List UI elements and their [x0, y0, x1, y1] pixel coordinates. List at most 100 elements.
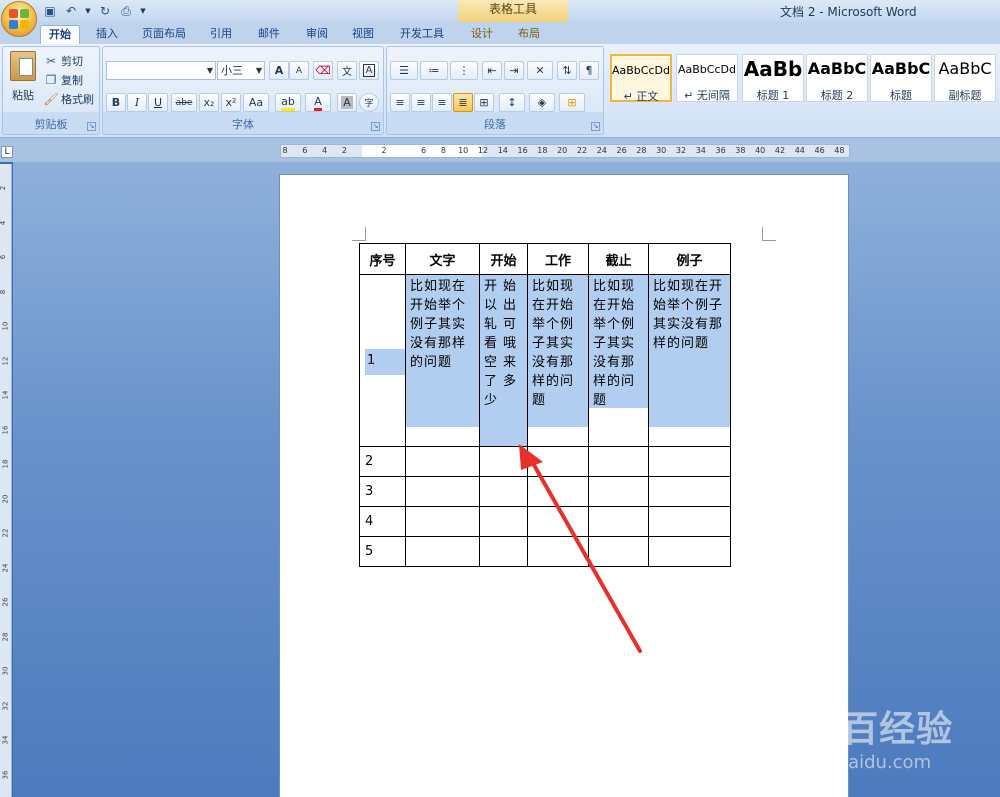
office-button[interactable]: [1, 1, 37, 37]
redo-icon[interactable]: ↻: [97, 3, 113, 19]
grow-font-button[interactable]: A: [269, 61, 289, 80]
shading-button[interactable]: ◈: [529, 93, 555, 112]
table-cell[interactable]: 5: [359, 536, 406, 567]
style-title[interactable]: AaBbC 标题: [870, 54, 932, 102]
table-cell[interactable]: 1: [359, 274, 406, 447]
multilevel-list-button[interactable]: ⋮: [450, 61, 478, 80]
underline-button[interactable]: U: [148, 93, 168, 112]
phonetic-guide-button[interactable]: 文: [337, 61, 357, 80]
table-cell[interactable]: [479, 446, 528, 477]
header-cell-example[interactable]: 例子: [648, 243, 731, 275]
header-cell-start[interactable]: 开始: [479, 243, 528, 275]
borders-button[interactable]: ⊞: [559, 93, 585, 112]
copy-button[interactable]: ❐ 复制: [43, 72, 83, 88]
table-cell[interactable]: 比如现在开始举个例子其实没有那样的问题: [405, 274, 480, 447]
align-right-button[interactable]: ≡: [432, 93, 452, 112]
highlight-button[interactable]: ab: [275, 93, 301, 112]
paragraph-launcher-icon[interactable]: ↘: [591, 122, 600, 131]
tab-mailings[interactable]: 邮件: [252, 25, 286, 44]
bold-button[interactable]: B: [106, 93, 126, 112]
style-heading-1[interactable]: AaBb 标题 1: [742, 54, 804, 102]
table-cell[interactable]: [479, 476, 528, 507]
align-center-button[interactable]: ≡: [411, 93, 431, 112]
table-cell[interactable]: [648, 476, 731, 507]
tab-selector-icon[interactable]: L: [1, 146, 13, 158]
show-marks-button[interactable]: ¶: [579, 61, 599, 80]
table-cell[interactable]: [479, 536, 528, 567]
table-cell[interactable]: [405, 506, 480, 537]
tab-review[interactable]: 审阅: [300, 25, 334, 44]
table-cell[interactable]: 比如现在开始举个例子其实没有那样的问题: [588, 274, 649, 447]
line-spacing-button[interactable]: ↕: [499, 93, 525, 112]
font-name-combo[interactable]: ▼: [106, 61, 216, 80]
undo-dropdown-icon[interactable]: ▼: [84, 3, 92, 19]
decrease-indent-button[interactable]: ⇤: [482, 61, 502, 80]
table-cell[interactable]: [648, 536, 731, 567]
vertical-ruler[interactable]: 2 4 6 8 10 12 14 16 18 20 22 24 26 28 30 32 34 36: [0, 164, 12, 797]
customize-qat-icon[interactable]: ▼: [139, 3, 147, 19]
justify-button[interactable]: ≣: [453, 93, 473, 112]
chinese-layout-button[interactable]: ✕: [527, 61, 553, 80]
tab-layout[interactable]: 布局: [512, 25, 546, 44]
table-cell[interactable]: [648, 446, 731, 477]
tab-developer[interactable]: 开发工具: [394, 25, 450, 44]
style-no-spacing[interactable]: AaBbCcDd ↵ 无间隔: [676, 54, 738, 102]
cut-button[interactable]: ✂ 剪切: [43, 53, 83, 69]
strikethrough-button[interactable]: abe: [171, 93, 197, 112]
table-cell[interactable]: [527, 506, 589, 537]
style-heading-2[interactable]: AaBbC 标题 2: [806, 54, 868, 102]
char-border-button[interactable]: A: [359, 61, 379, 80]
tab-references[interactable]: 引用: [204, 25, 238, 44]
tab-view[interactable]: 视图: [346, 25, 380, 44]
clipboard-launcher-icon[interactable]: ↘: [87, 122, 96, 131]
format-painter-button[interactable]: 🖌 格式刷: [43, 91, 94, 107]
enclose-char-button[interactable]: 字: [359, 93, 379, 112]
superscript-button[interactable]: x²: [221, 93, 241, 112]
distribute-button[interactable]: ⊞: [474, 93, 494, 112]
tab-insert[interactable]: 插入: [90, 25, 124, 44]
document-table[interactable]: 序号 文字 开始 工作 截止 例子 1 比如现在开始举个例子其实没有那样的问题 …: [359, 243, 731, 567]
change-case-button[interactable]: Aa: [243, 93, 269, 112]
italic-button[interactable]: I: [127, 93, 147, 112]
tab-home[interactable]: 开始: [40, 25, 80, 44]
tab-design[interactable]: 设计: [465, 25, 499, 44]
char-shading-button[interactable]: A: [337, 93, 357, 112]
header-cell-work[interactable]: 工作: [527, 243, 589, 275]
shrink-font-button[interactable]: A: [289, 61, 309, 80]
table-cell[interactable]: [405, 536, 480, 567]
table-cell[interactable]: [588, 506, 649, 537]
paste-button[interactable]: 粘贴: [7, 51, 39, 103]
table-cell[interactable]: 4: [359, 506, 406, 537]
table-cell[interactable]: [527, 536, 589, 567]
table-cell[interactable]: [479, 506, 528, 537]
table-cell[interactable]: [588, 536, 649, 567]
header-cell-index[interactable]: 序号: [359, 243, 406, 275]
tab-page-layout[interactable]: 页面布局: [138, 25, 190, 44]
table-cell[interactable]: 2: [359, 446, 406, 477]
print-preview-icon[interactable]: ⎙: [118, 3, 134, 19]
save-icon[interactable]: ▣: [42, 3, 58, 19]
table-cell[interactable]: [588, 446, 649, 477]
undo-icon[interactable]: ↶: [63, 3, 79, 19]
clear-format-button[interactable]: ⌫: [313, 61, 333, 80]
table-cell[interactable]: [405, 446, 480, 477]
header-cell-text[interactable]: 文字: [405, 243, 480, 275]
font-launcher-icon[interactable]: ↘: [371, 122, 380, 131]
subscript-button[interactable]: x₂: [199, 93, 219, 112]
table-cell[interactable]: [527, 476, 589, 507]
style-subtitle[interactable]: AaBbC 副标题: [934, 54, 996, 102]
numbering-button[interactable]: ≔: [420, 61, 448, 80]
table-cell[interactable]: 比如现在开始举个例子其实没有那样的问题: [527, 274, 589, 447]
table-cell[interactable]: 3: [359, 476, 406, 507]
increase-indent-button[interactable]: ⇥: [504, 61, 524, 80]
align-left-button[interactable]: ≡: [390, 93, 410, 112]
table-cell[interactable]: [527, 446, 589, 477]
table-cell[interactable]: [588, 476, 649, 507]
table-cell[interactable]: [648, 506, 731, 537]
sort-button[interactable]: ⇅: [557, 61, 577, 80]
table-cell[interactable]: [405, 476, 480, 507]
header-cell-deadline[interactable]: 截止: [588, 243, 649, 275]
style-normal[interactable]: AaBbCcDd ↵ 正文: [610, 54, 672, 103]
bullets-button[interactable]: ☰: [390, 61, 418, 80]
table-cell[interactable]: 比如现在开始举个例子其实没有那样的问题: [648, 274, 731, 447]
